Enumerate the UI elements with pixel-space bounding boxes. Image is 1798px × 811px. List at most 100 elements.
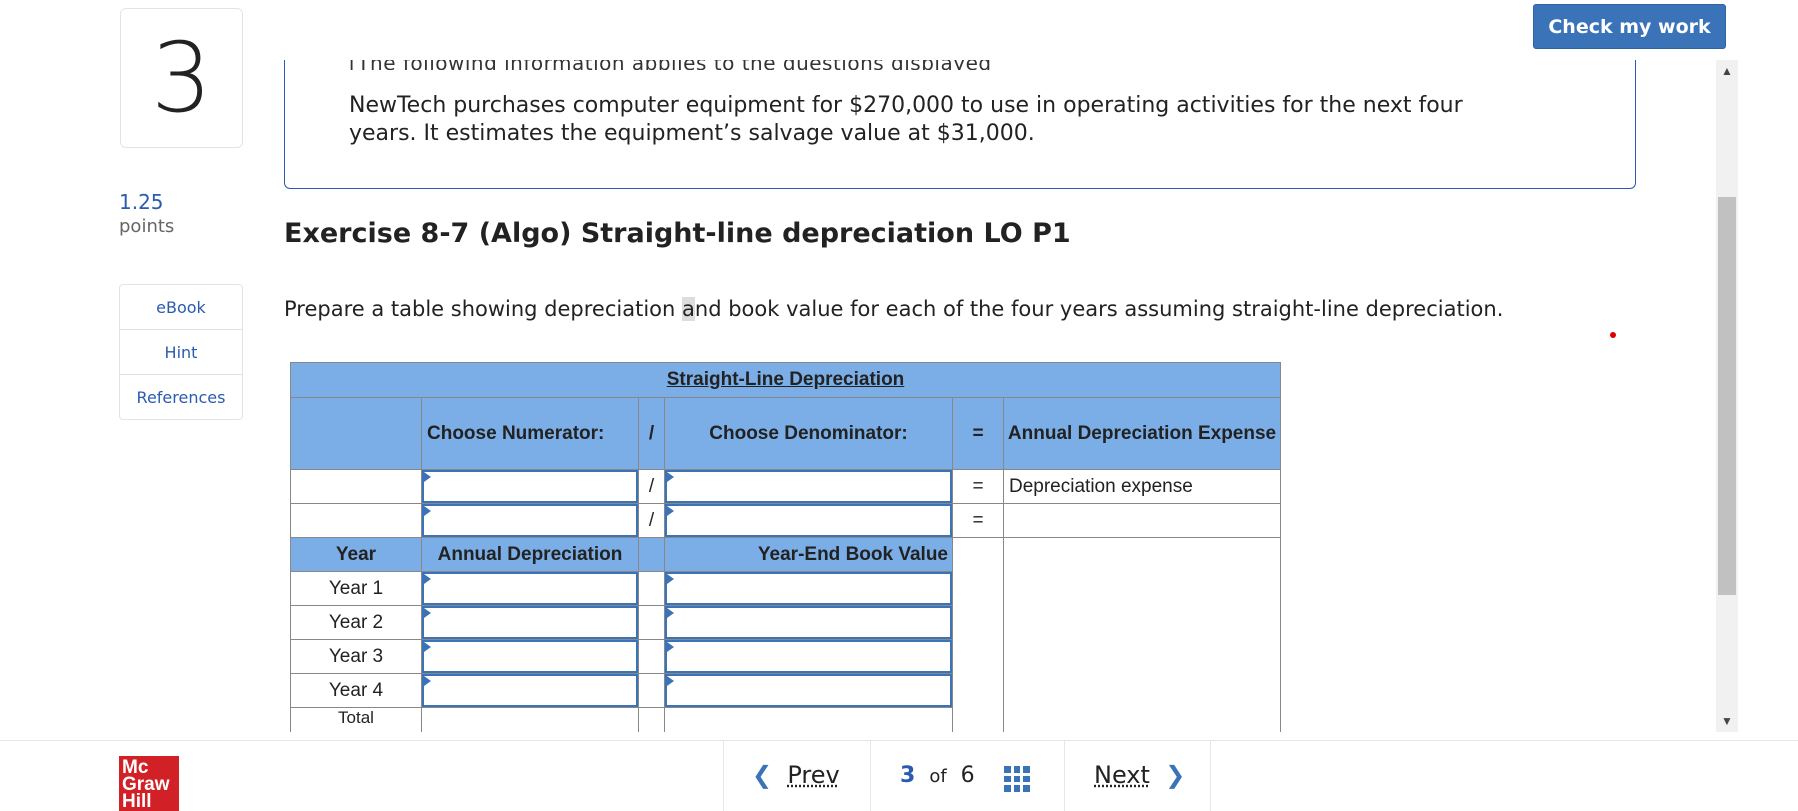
footer-bar: Mc Graw Hill ❮ Prev 3 of 6 Next ❯ [0,740,1798,811]
table-row: Year 1 [291,572,1281,606]
empty-cell [953,538,1004,572]
prompt-text-highlight: a [682,297,695,321]
numerator-cell-2 [422,504,639,538]
schedule-header-row: Year Annual Depreciation Year-End Book V… [291,538,1281,572]
check-my-work-button[interactable]: Check my work [1533,4,1726,49]
hint-link[interactable]: Hint [120,330,242,375]
annual-dep-input-4[interactable] [422,674,638,707]
scroll-up-icon[interactable]: ▲ [1716,64,1738,78]
spacer-cell [639,674,665,708]
equals-1: = [953,470,1004,504]
points-value: 1.25 [119,190,174,214]
depreciation-table: Straight-Line Depreciation Choose Numera… [290,362,1281,732]
question-content[interactable]: [The following information applies to th… [270,60,1740,732]
prev-button[interactable]: ❮ Prev [752,761,840,789]
formula-row: / = [291,504,1281,538]
annual-dep-cell [422,606,639,640]
denominator-cell-2 [665,504,953,538]
empty-cell [1004,572,1281,606]
annual-dep-cell [422,674,639,708]
header-equals: = [953,398,1004,470]
formula-header-row: Choose Numerator: / Choose Denominator: … [291,398,1281,470]
total-annual-cell [422,708,639,733]
table-row: Year 4 [291,674,1281,708]
header-denominator: Choose Denominator: [665,398,953,470]
empty-cell [953,572,1004,606]
formula-row-label [291,504,422,538]
result-label-1: Depreciation expense [1004,470,1281,504]
references-link[interactable]: References [120,375,242,419]
result-cell-2 [1004,504,1281,538]
info-text: NewTech purchases computer equipment for… [349,92,1509,148]
spacer-cell [639,708,665,733]
pager-divider [870,741,871,811]
question-pager: ❮ Prev 3 of 6 Next ❯ [723,741,1211,811]
empty-cell [1004,606,1281,640]
denominator-input-2[interactable] [665,504,952,537]
question-number: 3 [120,8,243,148]
red-dot-marker [1610,332,1616,338]
slash-2: / [639,504,665,538]
book-value-input-1[interactable] [665,572,952,605]
formula-row: / = Depreciation expense [291,470,1281,504]
question-grid-icon[interactable] [1004,766,1030,792]
numerator-input-2[interactable] [422,504,638,537]
numerator-input-1[interactable] [422,470,638,503]
year-label: Year 4 [291,674,422,708]
empty-cell [953,606,1004,640]
empty-cell [1004,674,1281,708]
book-value-input-2[interactable] [665,606,952,639]
content-scrollbar[interactable]: ▲ ▼ [1716,60,1738,732]
year-label: Year 3 [291,640,422,674]
spacer-cell [639,606,665,640]
spacer-cell [639,640,665,674]
table-title-row: Straight-Line Depreciation [291,363,1281,398]
info-header-text: [The following information applies to th… [349,60,992,70]
next-button[interactable]: Next ❯ [1094,761,1185,789]
header-book-value: Year-End Book Value [665,538,953,572]
empty-cell [1004,538,1281,572]
table-title: Straight-Line Depreciation [291,363,1281,398]
header-annual-depreciation: Annual Depreciation [422,538,639,572]
empty-cell [953,674,1004,708]
current-question: 3 [900,763,915,788]
annual-dep-input-2[interactable] [422,606,638,639]
book-value-cell [665,640,953,674]
annual-dep-input-1[interactable] [422,572,638,605]
numerator-cell-1 [422,470,639,504]
ebook-link[interactable]: eBook [120,285,242,330]
chevron-right-icon: ❯ [1165,761,1185,789]
prompt-text-pre: Prepare a table showing depreciation [284,297,682,321]
table-row: Year 3 [291,640,1281,674]
book-value-cell [665,606,953,640]
mcgraw-hill-logo: Mc Graw Hill [119,756,179,811]
prompt-text-post: nd book value for each of the four years… [695,297,1504,321]
formula-row-label [291,470,422,504]
annual-dep-cell [422,640,639,674]
header-slash: / [639,398,665,470]
header-spacer [639,538,665,572]
denominator-input-1[interactable] [665,470,952,503]
equals-2: = [953,504,1004,538]
annual-dep-cell [422,572,639,606]
empty-cell [1004,640,1281,674]
points-block: 1.25 points [119,190,174,237]
year-label: Year 2 [291,606,422,640]
book-value-input-4[interactable] [665,674,952,707]
scroll-down-icon[interactable]: ▼ [1716,714,1738,728]
of-label: of [929,766,946,787]
info-box: [The following information applies to th… [284,60,1636,189]
next-label: Next [1094,761,1150,789]
header-annual-expense: Annual Depreciation Expense [1004,398,1281,470]
book-value-cell [665,572,953,606]
table-row: Year 2 [291,606,1281,640]
header-blank [291,398,422,470]
spacer-cell [639,572,665,606]
year-label: Year 1 [291,572,422,606]
annual-dep-input-3[interactable] [422,640,638,673]
book-value-input-3[interactable] [665,640,952,673]
total-row: Total [291,708,1281,733]
info-header-clipped: [The following information applies to th… [349,60,1069,70]
denominator-cell-1 [665,470,953,504]
scroll-thumb[interactable] [1718,197,1736,595]
